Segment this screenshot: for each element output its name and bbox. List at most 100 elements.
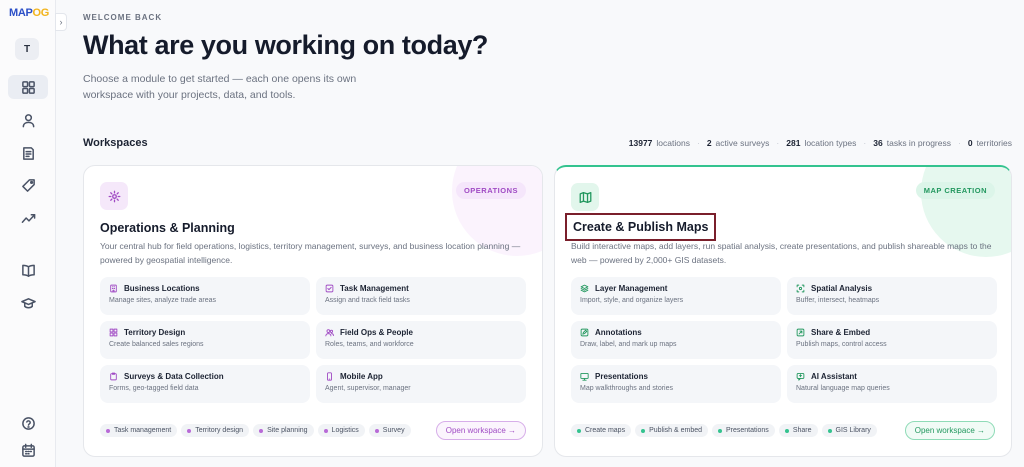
sidebar-item-profile[interactable] xyxy=(8,108,48,132)
module-description: Buffer, intersect, heatmaps xyxy=(796,297,880,304)
module-description: Create balanced sales regions xyxy=(109,341,204,348)
tag-dot xyxy=(577,428,581,433)
tag: GIS Library xyxy=(821,424,877,437)
stat-locations-label: locations xyxy=(656,138,690,148)
tag-label: Territory design xyxy=(195,427,244,434)
stat-separator: · xyxy=(776,138,780,148)
sidebar-item-analytics[interactable] xyxy=(8,206,48,230)
presentation-icon xyxy=(580,372,589,381)
card-description: Build interactive maps, add layers, run … xyxy=(571,241,992,265)
module-title: AI Assistant xyxy=(811,372,857,381)
chevron-right-icon: › xyxy=(59,17,63,27)
module-title: Task Management xyxy=(340,284,409,293)
app-logo[interactable]: MAPOG xyxy=(9,7,49,19)
document-icon xyxy=(22,146,34,160)
tag-icon xyxy=(21,178,35,192)
sidebar-item-tags[interactable] xyxy=(8,173,48,197)
module-title: Territory Design xyxy=(124,328,186,337)
card-footer: Task management Territory design Site pl… xyxy=(100,421,526,440)
module-title: Annotations xyxy=(595,328,642,337)
checkbox-icon xyxy=(325,284,334,293)
workspaces-heading: Workspaces xyxy=(83,137,148,149)
module-mobile-app[interactable]: Mobile App Agent, supervisor, manager xyxy=(316,365,526,403)
tag-list: Task management Territory design Site pl… xyxy=(100,424,411,437)
module-title: Mobile App xyxy=(340,372,383,381)
module-description: Forms, geo-tagged field data xyxy=(109,385,199,392)
gear-icon xyxy=(108,190,120,202)
sidebar-item-dashboard[interactable] xyxy=(8,75,48,99)
module-description: Manage sites, analyze trade areas xyxy=(109,297,217,304)
open-workspace-button[interactable]: Open workspace → xyxy=(904,421,995,440)
sidebar-item-reports[interactable] xyxy=(8,141,48,165)
category-badge: MAP CREATION xyxy=(915,182,995,199)
module-description: Agent, supervisor, manager xyxy=(325,385,411,392)
stat-locations-value: 13977 xyxy=(628,138,653,148)
graduation-cap-icon xyxy=(20,297,36,308)
trend-icon xyxy=(21,213,35,223)
module-description: Roles, teams, and workforce xyxy=(325,341,414,348)
ai-chat-icon xyxy=(796,372,805,381)
module-description: Publish maps, control access xyxy=(796,341,887,348)
card-footer: Create maps Publish & embed Presentation… xyxy=(571,421,995,440)
module-description: Assign and track field tasks xyxy=(325,297,410,304)
module-share-embed[interactable]: Share & Embed Publish maps, control acce… xyxy=(787,321,997,359)
module-surveys-data-collection[interactable]: Surveys & Data Collection Forms, geo-tag… xyxy=(100,365,310,403)
module-annotations[interactable]: Annotations Draw, label, and mark up map… xyxy=(571,321,781,359)
tag-dot xyxy=(106,428,110,433)
module-title: Layer Management xyxy=(595,284,668,293)
module-title: Spatial Analysis xyxy=(811,284,873,293)
module-layer-management[interactable]: Layer Management Import, style, and orga… xyxy=(571,277,781,315)
module-territory-design[interactable]: Territory Design Create balanced sales r… xyxy=(100,321,310,359)
user-icon xyxy=(22,113,34,127)
stat-location-types-value: 281 xyxy=(786,138,801,148)
grid-icon xyxy=(21,80,35,94)
users-icon xyxy=(325,329,334,337)
annotation-icon xyxy=(580,328,589,337)
calendar-icon xyxy=(21,443,35,457)
module-business-locations[interactable]: Business Locations Manage sites, analyze… xyxy=(100,277,310,315)
sidebar-collapse-button[interactable]: › xyxy=(55,13,67,31)
tag: Share xyxy=(778,424,818,437)
stat-surveys-label: active surveys xyxy=(715,138,770,148)
tag-label: Create maps xyxy=(585,427,626,434)
module-task-management[interactable]: Task Management Assign and track field t… xyxy=(316,277,526,315)
avatar[interactable]: T xyxy=(15,38,39,60)
sidebar-item-calendar[interactable] xyxy=(8,438,48,462)
stat-surveys-value: 2 xyxy=(706,138,712,148)
operations-workspace-card[interactable]: OPERATIONS Operations & Planning Your ce… xyxy=(83,165,543,457)
workspace-stats: 13977 locations · 2 active surveys · 281… xyxy=(629,138,1012,148)
tag-label: Task management xyxy=(114,427,172,434)
stat-separator: · xyxy=(863,138,867,148)
tag-label: Presentations xyxy=(726,427,769,434)
open-workspace-button[interactable]: Open workspace → xyxy=(435,421,526,440)
module-grid: Layer Management Import, style, and orga… xyxy=(571,277,997,403)
module-title: Presentations xyxy=(595,372,648,381)
tag: Survey xyxy=(368,424,411,437)
map-icon xyxy=(579,191,591,203)
sidebar-item-help[interactable] xyxy=(8,411,48,435)
card-title: Create & Publish Maps xyxy=(565,213,717,241)
sidebar: MAPOG T xyxy=(0,0,56,467)
tag-dot xyxy=(784,428,789,433)
maps-workspace-card[interactable]: MAP CREATION Create & Publish Maps Build… xyxy=(554,165,1012,457)
module-presentations[interactable]: Presentations Map walkthroughs and stori… xyxy=(571,365,781,403)
card-description: Your central hub for field operations, l… xyxy=(100,241,521,265)
book-icon xyxy=(21,264,35,277)
stat-location-types-label: location types xyxy=(804,138,857,148)
help-icon xyxy=(21,416,35,430)
tag: Presentations xyxy=(712,424,775,437)
module-ai-assistant[interactable]: AI Assistant Natural language map querie… xyxy=(787,365,997,403)
tag-dot xyxy=(374,428,379,433)
stat-separator: · xyxy=(696,138,700,148)
sidebar-item-learn[interactable] xyxy=(8,291,48,315)
stat-separator: · xyxy=(957,138,961,148)
module-spatial-analysis[interactable]: Spatial Analysis Buffer, intersect, heat… xyxy=(787,277,997,315)
sidebar-item-library[interactable] xyxy=(8,258,48,282)
tag: Territory design xyxy=(181,424,250,437)
tag-label: Site planning xyxy=(267,427,308,434)
tag-dot xyxy=(323,428,328,433)
tag-label: Share xyxy=(792,427,812,434)
page-title: What are you working on today? xyxy=(83,30,489,60)
tag: Task management xyxy=(100,424,178,437)
module-field-ops-people[interactable]: Field Ops & People Roles, teams, and wor… xyxy=(316,321,526,359)
